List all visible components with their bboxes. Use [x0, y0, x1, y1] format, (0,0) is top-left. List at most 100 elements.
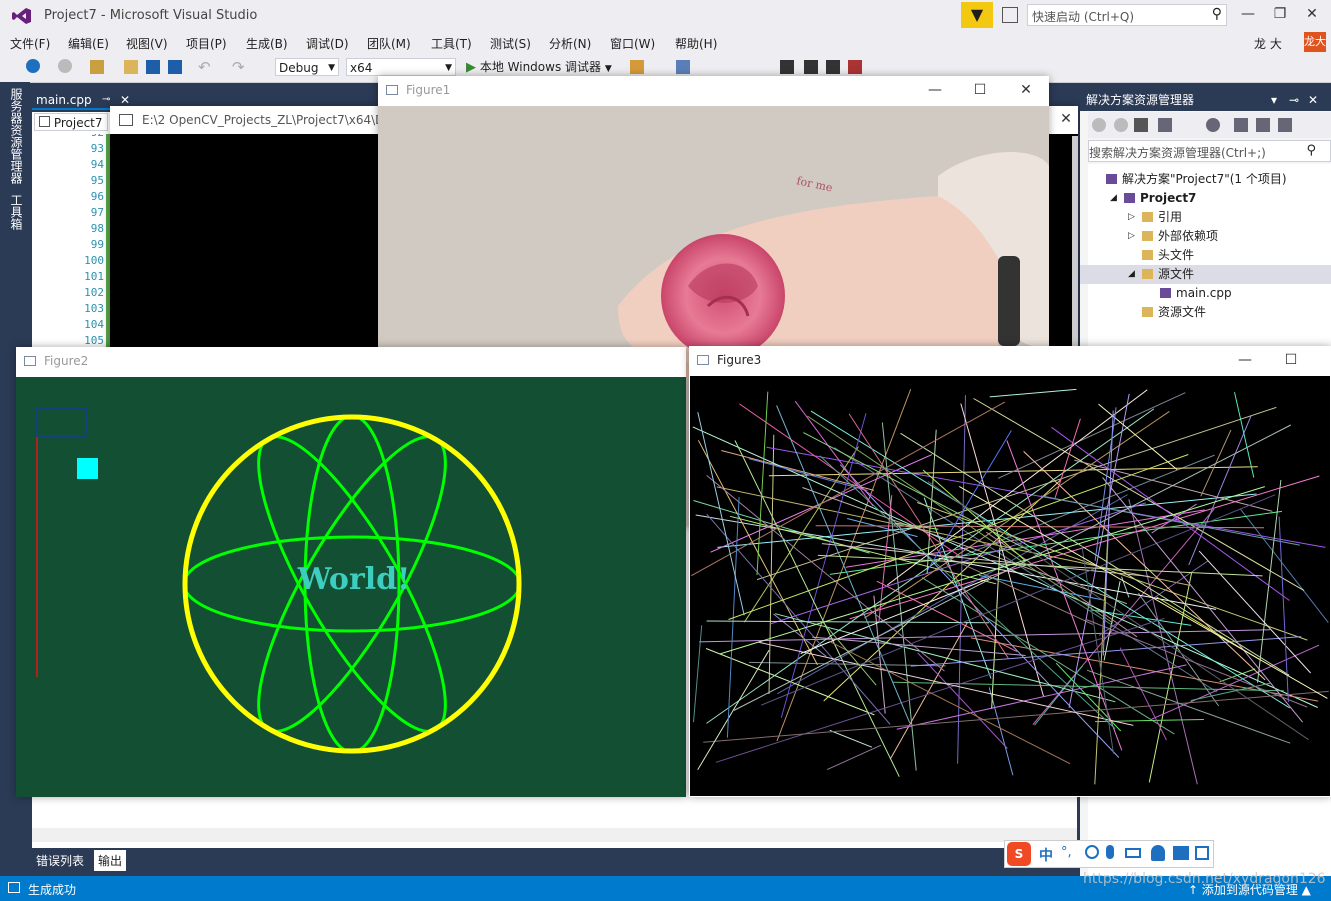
line-number-gutter: 92 93 94 95 96 97 98 99 100 101 102 103 104 105 — [50, 134, 108, 350]
figure1-maximize-button[interactable]: ☐ — [968, 80, 992, 100]
keyboard-icon[interactable] — [1125, 848, 1141, 858]
output-tab[interactable]: 输出 — [94, 850, 127, 871]
menu-view[interactable]: 视图(V) — [126, 35, 168, 52]
menu-bar: 文件(F) 编辑(E) 视图(V) 项目(P) 生成(B) 调试(D) 团队(M… — [0, 32, 1331, 54]
dropdown-icon[interactable]: ▾ — [1271, 90, 1277, 111]
line-number: 101 — [84, 270, 104, 283]
feedback-icon[interactable] — [1002, 7, 1018, 23]
figure3-window[interactable]: Figure3 — ☐ — [689, 346, 1331, 797]
ime-chinese-mode[interactable]: 中 — [1039, 845, 1053, 865]
user-avatar[interactable]: 龙大 — [1304, 32, 1326, 52]
bookmark-icon[interactable] — [780, 60, 794, 74]
step-icon[interactable] — [676, 60, 690, 74]
expand-arrow-icon[interactable]: ◢ — [1110, 189, 1117, 208]
new-project-icon[interactable] — [90, 60, 104, 74]
menu-project[interactable]: 项目(P) — [186, 35, 227, 52]
sync-icon[interactable] — [1234, 118, 1248, 132]
tree-item[interactable]: ▷ 外部依赖项 — [1080, 227, 1331, 246]
toolbox-tab[interactable]: 工具箱 — [8, 194, 25, 230]
expand-arrow-icon[interactable]: ▷ — [1128, 208, 1135, 227]
menu-analyze[interactable]: 分析(N) — [549, 35, 591, 52]
figure3-minimize-button[interactable]: — — [1233, 350, 1257, 370]
pin-icon[interactable]: ⊸ — [1289, 90, 1299, 111]
config-select[interactable]: Debug ▼ — [275, 58, 339, 76]
console-scrollbar[interactable] — [1072, 136, 1078, 356]
menu-edit[interactable]: 编辑(E) — [68, 35, 109, 52]
menu-tools[interactable]: 工具(T) — [431, 35, 472, 52]
menu-team[interactable]: 团队(M) — [367, 35, 411, 52]
redo-icon[interactable]: ↷ — [232, 58, 245, 76]
ime-punctuation[interactable]: °, — [1061, 845, 1072, 860]
figure3-caption: Figure3 — ☐ — [689, 346, 1331, 376]
window-icon — [24, 356, 36, 366]
menu-debug[interactable]: 调试(D) — [306, 35, 349, 52]
home-icon[interactable] — [1134, 118, 1148, 132]
collapse-icon[interactable] — [1256, 118, 1270, 132]
sogou-logo-icon: S — [1007, 842, 1031, 866]
tree-item[interactable]: ◢ 源文件 — [1080, 265, 1331, 284]
figure1-minimize-button[interactable]: — — [923, 80, 947, 100]
line-number: 95 — [90, 174, 104, 187]
toolbox-icon[interactable] — [1195, 846, 1209, 860]
properties-icon[interactable] — [1278, 118, 1292, 132]
tree-item[interactable]: 头文件 — [1080, 246, 1331, 265]
solution-search-input[interactable]: 搜索解决方案资源管理器(Ctrl+;) ⚲ — [1088, 140, 1331, 162]
console-close-button[interactable]: ✕ — [1054, 109, 1078, 129]
emoji-icon[interactable] — [1085, 845, 1099, 859]
user-icon[interactable] — [1151, 845, 1165, 861]
menu-build[interactable]: 生成(B) — [246, 35, 288, 52]
expand-arrow-icon[interactable]: ◢ — [1128, 265, 1135, 284]
attach-icon[interactable] — [630, 60, 644, 74]
menu-test[interactable]: 测试(S) — [490, 35, 531, 52]
bookmark-prev-icon[interactable] — [804, 60, 818, 74]
tree-item[interactable]: 解决方案"Project7"(1 个项目) — [1080, 170, 1331, 189]
history-icon[interactable] — [1206, 118, 1220, 132]
microphone-icon[interactable] — [1106, 845, 1114, 859]
quick-launch-input[interactable]: 快速启动 (Ctrl+Q) ⚲ — [1027, 4, 1227, 26]
notification-flag-icon[interactable]: ▼ — [961, 2, 993, 28]
figure2-canvas: World! — [16, 377, 686, 797]
menu-window[interactable]: 窗口(W) — [610, 35, 655, 52]
line-number: 99 — [90, 238, 104, 251]
item-icon — [1124, 193, 1135, 203]
forward-icon[interactable] — [1114, 118, 1128, 132]
ime-toolbar[interactable]: S 中 °, — [1004, 840, 1214, 868]
back-icon[interactable] — [1092, 118, 1106, 132]
project-dropdown[interactable]: Project7 — [34, 113, 108, 131]
figure2-window[interactable]: Figure2 World! — [16, 347, 686, 797]
run-debugger-button[interactable]: ▶ 本地 Windows 调试器 ▼ — [466, 58, 612, 76]
editor-hscroll[interactable] — [32, 828, 1077, 842]
save-all-icon[interactable] — [168, 60, 182, 74]
switch-views-icon[interactable] — [1158, 118, 1172, 132]
open-icon[interactable] — [124, 60, 138, 74]
maximize-button[interactable]: ❐ — [1268, 4, 1292, 24]
save-icon[interactable] — [146, 60, 160, 74]
expand-arrow-icon[interactable]: ▷ — [1128, 227, 1135, 246]
line-number: 92 — [91, 134, 104, 139]
close-button[interactable]: ✕ — [1300, 4, 1324, 24]
figure3-maximize-button[interactable]: ☐ — [1279, 350, 1303, 370]
user-name[interactable]: 龙 大 — [1254, 35, 1282, 52]
line-number: 96 — [90, 190, 104, 203]
tree-item[interactable]: ▷ 引用 — [1080, 208, 1331, 227]
item-icon — [1160, 288, 1171, 298]
platform-select[interactable]: x64 ▼ — [346, 58, 456, 76]
minimize-button[interactable]: — — [1236, 4, 1260, 24]
tree-item-label: main.cpp — [1176, 286, 1232, 300]
error-list-tab[interactable]: 错误列表 — [36, 852, 84, 869]
tree-item[interactable]: main.cpp — [1080, 284, 1331, 303]
line-number: 100 — [84, 254, 104, 267]
menu-file[interactable]: 文件(F) — [10, 35, 50, 52]
forward-icon[interactable] — [58, 59, 72, 73]
tree-item[interactable]: 资源文件 — [1080, 303, 1331, 322]
back-icon[interactable] — [26, 59, 40, 73]
skin-icon[interactable] — [1173, 846, 1189, 860]
bookmark-next-icon[interactable] — [826, 60, 840, 74]
tree-item[interactable]: ◢ Project7 — [1080, 189, 1331, 208]
menu-help[interactable]: 帮助(H) — [675, 35, 717, 52]
figure1-close-button[interactable]: ✕ — [1014, 80, 1038, 100]
server-explorer-tab[interactable]: 服务器资源管理器 — [8, 88, 25, 184]
bookmark-clear-icon[interactable] — [848, 60, 862, 74]
undo-icon[interactable]: ↶ — [198, 58, 211, 76]
panel-close-icon[interactable]: ✕ — [1308, 90, 1318, 111]
